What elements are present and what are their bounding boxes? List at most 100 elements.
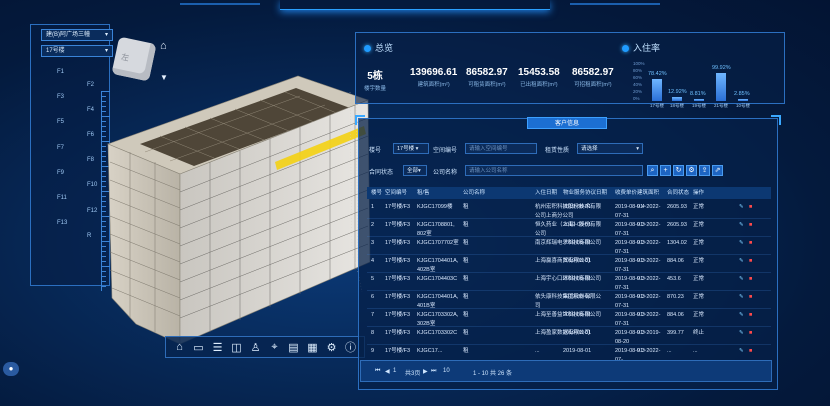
table-cell: 884.06 — [667, 258, 684, 264]
record-range: 1 - 10 共 26 条 — [473, 371, 513, 377]
next-page-icon[interactable]: ▶ — [423, 368, 428, 375]
floor-label[interactable]: F12 — [87, 208, 97, 214]
floor-label[interactable]: F10 — [87, 182, 97, 188]
table-cell: 2019-08-01 — [563, 348, 592, 354]
occupancy-bar[interactable] — [672, 97, 682, 101]
home-view-icon[interactable]: ⌂ — [160, 40, 167, 52]
floor-label[interactable]: F8 — [87, 157, 94, 163]
column-header[interactable]: 租/售 — [417, 187, 430, 199]
column-header[interactable]: 合同状态 — [667, 187, 689, 199]
column-header[interactable]: 操作 — [693, 187, 704, 199]
occupancy-bar[interactable] — [738, 99, 748, 101]
prev-page-icon[interactable]: ◀ — [385, 368, 390, 375]
stat-1: 139696.61 建筑面积(m²) — [410, 67, 457, 88]
table-row[interactable]: 6 17号楼/F3 KJGC1704401A, 401B室租依头康科技集团股份有限公… — [367, 291, 771, 309]
table-row[interactable]: 2 17号楼/F3 KJGC1708801, 802室租恒久药业（上海）股份有限公司… — [367, 219, 771, 237]
edit-icon[interactable]: ✎ — [739, 275, 744, 284]
table-row[interactable]: 5 17号楼/F3 KJGC1704403C 租上海宇心口环科技有限公司 2019-08… — [367, 273, 771, 291]
occupancy-bar[interactable] — [694, 98, 704, 101]
floor-label[interactable]: F4 — [87, 107, 94, 113]
floor-label[interactable]: F6 — [87, 132, 94, 138]
building-model[interactable] — [100, 62, 400, 352]
floor-label[interactable]: F2 — [87, 82, 94, 88]
table-row[interactable]: 4 17号楼/F3 KJGC1704401A, 402B室租上海赢喜商贸有限公司 20… — [367, 255, 771, 273]
table-cell: 9.3 — [637, 330, 645, 336]
contract-status-select[interactable]: 全部▾ — [403, 165, 427, 176]
settings-icon[interactable]: ⚙ — [686, 165, 697, 176]
gear-icon[interactable]: ⚙ — [325, 341, 339, 354]
home-icon[interactable]: ⌂ — [173, 341, 187, 353]
edit-icon[interactable]: ✎ — [739, 239, 744, 248]
column-header[interactable]: 建筑面积 — [637, 187, 659, 199]
area-icon[interactable]: ▭ — [192, 341, 206, 354]
table-row[interactable]: 3 17号楼/F3 KJGC1707702室租南京辉瑞电子科技有限公司 2019-08… — [367, 237, 771, 255]
stat-value: 139696.61 — [410, 67, 458, 78]
delete-icon[interactable]: ■ — [749, 221, 752, 230]
column-header[interactable]: 收费单价 — [615, 187, 637, 199]
edit-icon[interactable]: ✎ — [739, 329, 744, 338]
refresh-icon[interactable]: ↻ — [673, 165, 684, 176]
column-header[interactable]: 楼号 — [371, 187, 382, 199]
pin-icon[interactable]: ⌖ — [268, 341, 282, 354]
column-header[interactable]: 空间编号 — [385, 187, 407, 199]
current-page[interactable]: 1 — [393, 368, 396, 374]
table-cell: 6 — [371, 294, 375, 300]
floor-label[interactable]: F7 — [57, 145, 64, 151]
column-header[interactable]: 入住日期 — [535, 187, 557, 199]
first-page-icon[interactable]: ⏮ — [375, 368, 380, 375]
table-cell: 租 — [463, 348, 469, 354]
floor-label[interactable]: F11 — [57, 195, 67, 201]
delete-icon[interactable]: ■ — [749, 203, 752, 212]
occupancy-bar-label: 21号楼 — [714, 103, 729, 108]
table-row[interactable]: 8 17号楼/F3 KJGC1703302C 租上海盈家数据有限公司 2019-08-0… — [367, 327, 771, 345]
building-filter-select[interactable]: 17号楼 ▾ — [393, 143, 429, 154]
space-number-input[interactable]: 请输入空间编号 — [465, 143, 537, 154]
building-select[interactable]: 建(B)阿广场三幢 ▾ — [41, 29, 113, 41]
occupancy-bar[interactable] — [652, 79, 662, 101]
search-icon[interactable]: ⌕ — [647, 165, 658, 176]
edit-icon[interactable]: ✎ — [739, 347, 744, 356]
delete-icon[interactable]: ■ — [749, 257, 752, 266]
list-icon[interactable]: ▤ — [287, 341, 301, 354]
floor-label[interactable]: F1 — [57, 69, 64, 75]
floor-label[interactable]: F13 — [57, 220, 67, 226]
person-icon[interactable]: ♙ — [249, 341, 263, 354]
user-icon[interactable]: ● — [3, 362, 19, 376]
add-icon[interactable]: + — [660, 165, 671, 176]
floor-label[interactable]: F9 — [57, 170, 64, 176]
floor-label[interactable]: F5 — [57, 119, 64, 125]
delete-icon[interactable]: ■ — [749, 293, 752, 302]
delete-icon[interactable]: ■ — [749, 329, 752, 338]
edit-icon[interactable]: ✎ — [739, 311, 744, 320]
floor-label[interactable]: R — [87, 233, 91, 239]
company-name-input[interactable]: 请输入公司名称 — [465, 165, 643, 176]
last-page-icon[interactable]: ⏭ — [431, 368, 436, 375]
rent-type-select[interactable]: 请选择 ▾ — [577, 143, 643, 154]
share-icon[interactable]: ⇗ — [712, 165, 723, 176]
column-header[interactable]: 公司名称 — [463, 187, 485, 199]
delete-icon[interactable]: ■ — [749, 347, 752, 356]
delete-icon[interactable]: ■ — [749, 311, 752, 320]
table-row[interactable]: 7 17号楼/F3 KJGC1703302A, 302B室租上海至善益世科技有限公司… — [367, 309, 771, 327]
edit-icon[interactable]: ✎ — [739, 257, 744, 266]
info-icon[interactable]: ⓘ — [344, 339, 358, 355]
edit-icon[interactable]: ✎ — [739, 221, 744, 230]
floor-select[interactable]: 17号楼 ▾ — [41, 45, 113, 57]
edit-icon[interactable]: ✎ — [739, 293, 744, 302]
table-cell: KJGC17... — [417, 348, 443, 354]
delete-icon[interactable]: ■ — [749, 275, 752, 284]
page-size-select[interactable]: 10 — [443, 368, 450, 374]
column-header[interactable]: 物业服务协议日期 — [563, 187, 607, 199]
edit-icon[interactable]: ✎ — [739, 203, 744, 212]
floor-label[interactable]: F3 — [57, 94, 64, 100]
floor-icon[interactable]: ☰ — [211, 341, 225, 354]
table-icon[interactable]: ▦ — [306, 341, 320, 354]
occupancy-bar[interactable] — [716, 73, 726, 101]
table-cell: KJGC1703302C — [417, 330, 458, 336]
table-row[interactable]: 1 17号楼/F3 KJGC17099楼租杭州宏积科技股份技术有限公司上商分公司 20… — [367, 201, 771, 219]
export-icon[interactable]: ⇪ — [699, 165, 710, 176]
tab-customer-info[interactable]: 客户信息 — [527, 117, 607, 129]
table-cell: 2019-08-01 — [563, 258, 592, 264]
measure-icon[interactable]: ◫ — [230, 341, 244, 354]
delete-icon[interactable]: ■ — [749, 239, 752, 248]
